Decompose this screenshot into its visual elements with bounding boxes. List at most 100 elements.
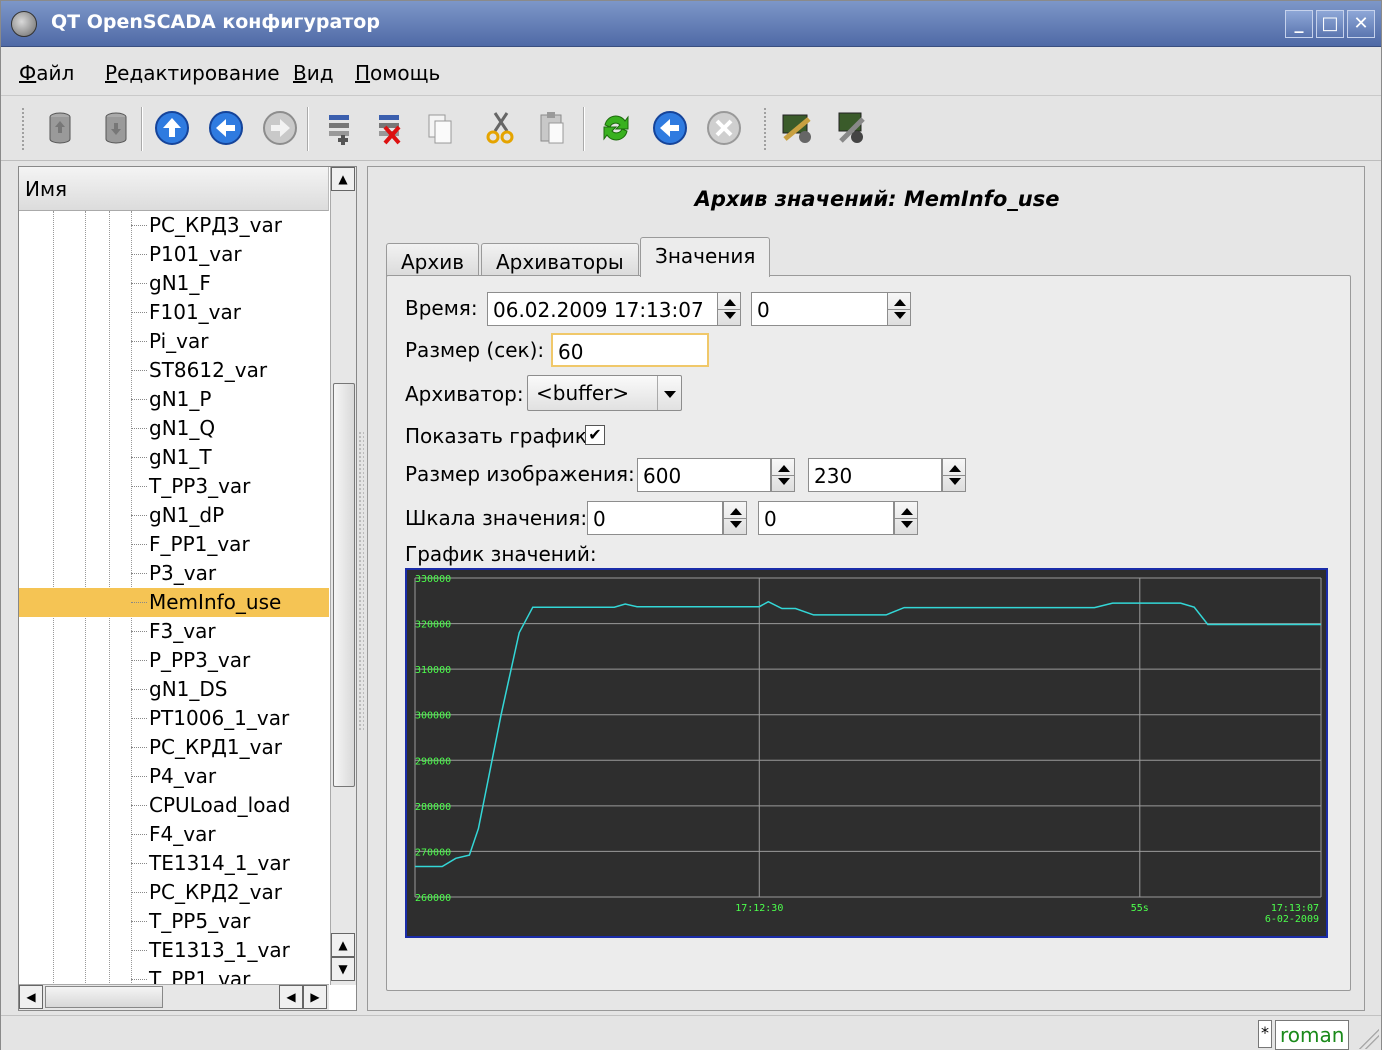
- time-usec-spinner[interactable]: [887, 292, 911, 326]
- tree-item[interactable]: TE1314_1_var: [19, 849, 329, 878]
- time-spinner[interactable]: [717, 292, 741, 326]
- menu-view[interactable]: Вид: [293, 61, 334, 85]
- tree-item[interactable]: P3_var: [19, 559, 329, 588]
- cut-icon[interactable]: [479, 107, 521, 149]
- tree-item[interactable]: P101_var: [19, 240, 329, 269]
- tree-item[interactable]: CPULoad_load: [19, 791, 329, 820]
- time-usec-input[interactable]: 0: [751, 292, 889, 326]
- copy-icon[interactable]: [419, 107, 461, 149]
- paste-icon[interactable]: [531, 107, 573, 149]
- tree-item[interactable]: P_PP3_var: [19, 646, 329, 675]
- tab-archivers[interactable]: Архиваторы: [481, 243, 639, 277]
- tree-item[interactable]: gN1_dP: [19, 501, 329, 530]
- tree-item[interactable]: PT1006_1_var: [19, 704, 329, 733]
- tree-horizontal-scrollbar[interactable]: ◀ ◀ ▶: [19, 984, 329, 1010]
- tree-item-label: gN1_T: [149, 445, 212, 469]
- tree-item[interactable]: Pi_var: [19, 327, 329, 356]
- tree-column-header[interactable]: Имя: [19, 167, 329, 211]
- tree-item[interactable]: T_PP5_var: [19, 907, 329, 936]
- size-input[interactable]: 60: [551, 333, 709, 367]
- y-tick-label: 300000: [415, 711, 451, 722]
- minimize-button[interactable]: _: [1285, 10, 1313, 38]
- refresh-icon[interactable]: [595, 107, 637, 149]
- scroll-thumb[interactable]: [333, 383, 355, 787]
- tree-branch-line: [131, 689, 147, 690]
- chevron-down-icon[interactable]: [657, 376, 681, 410]
- hscroll-thumb[interactable]: [45, 986, 163, 1008]
- tree-item[interactable]: gN1_T: [19, 443, 329, 472]
- scale-min-spinner[interactable]: [723, 501, 747, 535]
- scroll-right-button[interactable]: ▶: [303, 985, 327, 1009]
- tree-item[interactable]: PC_КРД2_var: [19, 878, 329, 907]
- image-width-input[interactable]: 600: [637, 458, 771, 492]
- back-icon[interactable]: [205, 107, 247, 149]
- title-bar[interactable]: QT OpenSCADA конфигуратор _ □ ✕: [1, 1, 1381, 47]
- image-height-spinner[interactable]: [942, 458, 966, 492]
- tree-item[interactable]: gN1_Q: [19, 414, 329, 443]
- tree-item-label: F3_var: [149, 619, 216, 643]
- maximize-button[interactable]: □: [1316, 10, 1344, 38]
- db-save-icon[interactable]: [95, 107, 137, 149]
- scroll-left-button[interactable]: ◀: [279, 985, 303, 1009]
- tree-item[interactable]: F_PP1_var: [19, 530, 329, 559]
- tree-item[interactable]: F101_var: [19, 298, 329, 327]
- forward-icon[interactable]: [259, 107, 301, 149]
- add-item-icon[interactable]: [319, 107, 361, 149]
- tree-item-label: gN1_F: [149, 271, 211, 295]
- tree-item[interactable]: F4_var: [19, 820, 329, 849]
- time-input[interactable]: 06.02.2009 17:13:07: [487, 292, 719, 326]
- y-tick-label: 290000: [415, 756, 451, 767]
- tree-item[interactable]: T_PP3_var: [19, 472, 329, 501]
- stop-icon[interactable]: [703, 107, 745, 149]
- tree-vertical-scrollbar[interactable]: ▲ ▲ ▼: [330, 167, 356, 985]
- archiver-select-value: <buffer>: [536, 381, 630, 405]
- tree-item[interactable]: ST8612_var: [19, 356, 329, 385]
- tree-item[interactable]: F3_var: [19, 617, 329, 646]
- user-indicator[interactable]: roman: [1275, 1020, 1350, 1050]
- app-icon[interactable]: [11, 11, 37, 37]
- tree-branch-line: [131, 863, 147, 864]
- scale-max-input[interactable]: 0: [758, 501, 894, 535]
- status-bar: * roman: [1, 1015, 1381, 1050]
- up-icon[interactable]: [151, 107, 193, 149]
- tree-item[interactable]: TE1313_1_var: [19, 936, 329, 965]
- tree-item[interactable]: MemInfo_use: [19, 588, 329, 617]
- menu-edit[interactable]: Редактирование: [105, 61, 280, 85]
- scroll-left-button[interactable]: ◀: [19, 985, 43, 1009]
- db-load-icon[interactable]: [39, 107, 81, 149]
- tab-values[interactable]: Значения: [640, 237, 771, 277]
- start-icon[interactable]: [649, 107, 691, 149]
- toolbar-grip[interactable]: [763, 107, 767, 151]
- tree-item[interactable]: P4_var: [19, 762, 329, 791]
- image-height-input[interactable]: 230: [808, 458, 942, 492]
- close-button[interactable]: ✕: [1347, 10, 1375, 38]
- tree-item-label: P3_var: [149, 561, 217, 585]
- chart-background: [407, 570, 1326, 936]
- show-graph-label: Показать график:: [405, 424, 594, 448]
- splitter-handle[interactable]: [358, 431, 364, 731]
- tree-item[interactable]: gN1_DS: [19, 675, 329, 704]
- archiver-select[interactable]: <buffer>: [527, 375, 682, 411]
- tree-item[interactable]: PC_КРД1_var: [19, 733, 329, 762]
- tree-item-label: gN1_P: [149, 387, 212, 411]
- scale-max-spinner[interactable]: [894, 501, 918, 535]
- image-width-spinner[interactable]: [771, 458, 795, 492]
- resize-grip[interactable]: [1359, 1029, 1379, 1049]
- menu-file[interactable]: Файл: [19, 61, 74, 85]
- delete-item-icon[interactable]: [369, 107, 411, 149]
- scroll-down-button[interactable]: ▼: [331, 957, 355, 981]
- scale-min-input[interactable]: 0: [587, 501, 723, 535]
- tab-archive[interactable]: Архив: [386, 243, 479, 277]
- y-tick-label: 330000: [415, 574, 451, 585]
- station-config-icon[interactable]: [777, 107, 819, 149]
- tree-item[interactable]: gN1_F: [19, 269, 329, 298]
- station-tools-icon[interactable]: [831, 107, 873, 149]
- scroll-up-button[interactable]: ▲: [331, 933, 355, 957]
- show-graph-checkbox[interactable]: ✔: [585, 425, 605, 445]
- menu-help[interactable]: Помощь: [355, 61, 440, 85]
- toolbar-grip[interactable]: [21, 107, 25, 151]
- tree-item[interactable]: PC_КРД3_var: [19, 211, 329, 240]
- tree-item[interactable]: gN1_P: [19, 385, 329, 414]
- tree-branch-line: [131, 718, 147, 719]
- scroll-up-button[interactable]: ▲: [331, 167, 355, 191]
